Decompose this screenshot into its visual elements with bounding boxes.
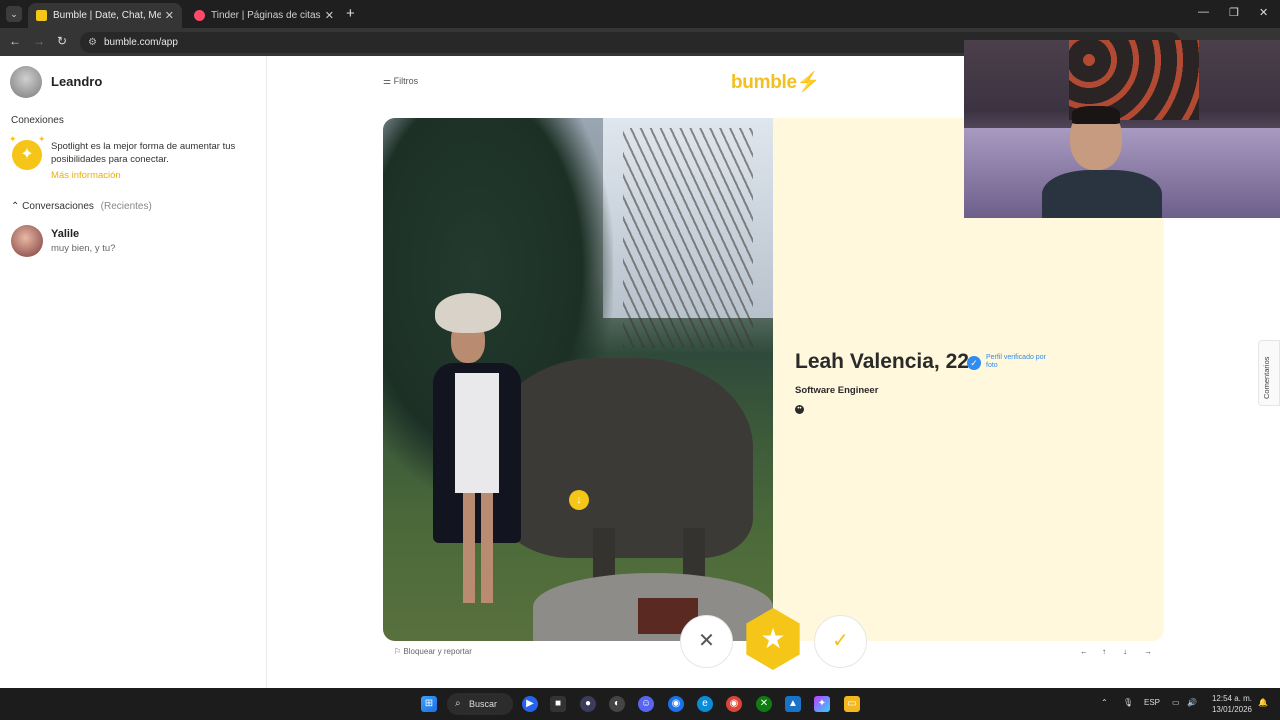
app-icon[interactable]: ■ bbox=[550, 696, 566, 712]
photo-person bbox=[433, 293, 528, 613]
more-info-link[interactable]: Más información bbox=[51, 170, 121, 181]
bolt-icon: ⚡ bbox=[796, 72, 821, 93]
avatar[interactable] bbox=[11, 225, 43, 257]
photo-legs bbox=[463, 493, 493, 603]
chat-last-message: muy bien, y tu? bbox=[51, 243, 116, 254]
minimize-icon[interactable]: — bbox=[1198, 6, 1209, 18]
volume-icon[interactable]: 🔊 bbox=[1187, 698, 1197, 707]
close-icon[interactable]: ✕ bbox=[325, 9, 334, 22]
photo-hat bbox=[435, 293, 501, 333]
chevron-up-icon: ⌃ bbox=[11, 201, 20, 212]
photo-dress bbox=[455, 373, 499, 493]
chrome-icon[interactable]: ◉ bbox=[726, 696, 742, 712]
chrome-icon[interactable]: ◉ bbox=[668, 696, 684, 712]
bumble-favicon-icon bbox=[36, 10, 47, 21]
feedback-tab[interactable]: Comentarios bbox=[1258, 340, 1280, 406]
tab-tinder[interactable]: Tinder | Páginas de citas ✕ bbox=[186, 3, 342, 28]
sparkle-icon: ✦ bbox=[9, 134, 17, 144]
profile-name: Leah Valencia, 22 bbox=[795, 350, 969, 373]
app-icon[interactable]: ◐ bbox=[609, 696, 625, 712]
sliders-icon: ⚌ bbox=[383, 76, 392, 86]
sparkle-icon: ✦ bbox=[38, 134, 46, 144]
browser-tab-bar: ⌄ Bumble | Date, Chat, Meet New ✕ Tinder… bbox=[0, 0, 1280, 28]
bumble-logo[interactable]: bumble⚡ bbox=[731, 70, 820, 94]
key-right-hint: → bbox=[1144, 647, 1152, 656]
chat-name: Yalile bbox=[51, 228, 80, 240]
spotlight-icon[interactable]: ✦ bbox=[12, 140, 42, 170]
profile-job: Software Engineer bbox=[795, 385, 879, 396]
conversations-subheading: (Recientes) bbox=[100, 201, 152, 212]
forward-icon[interactable]: → bbox=[33, 34, 45, 48]
taskbar: ⊞ ⌕ Buscar ▶ ■ ● ◐ ☺ ◉ e ◉ ✕ ▲ ✦ ▭ ⌃ 🎙 E… bbox=[0, 688, 1280, 720]
xbox-icon[interactable]: ✕ bbox=[756, 696, 772, 712]
connections-heading: Conexiones bbox=[11, 115, 64, 126]
verified-label: Perfil verificado por foto bbox=[986, 354, 1046, 369]
discord-icon[interactable]: ☺ bbox=[638, 696, 654, 712]
reload-icon[interactable]: ↻ bbox=[57, 34, 67, 48]
key-down-hint: ↓ bbox=[1123, 647, 1127, 656]
photo-statue bbox=[493, 358, 753, 558]
restore-icon[interactable]: ❐ bbox=[1229, 6, 1239, 19]
edge-icon[interactable]: e bbox=[697, 696, 713, 712]
photo-branches bbox=[623, 128, 753, 348]
webcam-overlay bbox=[964, 40, 1280, 218]
avatar[interactable] bbox=[10, 66, 42, 98]
display-icon[interactable]: ▭ bbox=[1172, 698, 1180, 707]
notification-icon[interactable]: 🔔 bbox=[1258, 698, 1268, 707]
app-icon[interactable]: ● bbox=[580, 696, 596, 712]
language-indicator[interactable]: ESP bbox=[1144, 698, 1160, 707]
filters-label: Filtros bbox=[393, 76, 419, 86]
windows-start-icon[interactable]: ⊞ bbox=[421, 696, 437, 712]
search-icon: ⌕ bbox=[455, 698, 461, 709]
search-label: Buscar bbox=[469, 699, 498, 709]
arrow-down-icon[interactable]: ↓ bbox=[569, 490, 589, 510]
folder-icon[interactable]: ▭ bbox=[844, 696, 860, 712]
conversations-toggle[interactable]: ⌃ Conversaciones (Recientes) bbox=[11, 201, 152, 212]
verified-check-icon: ✓ bbox=[967, 356, 981, 370]
app-icon[interactable]: ▶ bbox=[522, 696, 538, 712]
tinder-favicon-icon bbox=[194, 10, 205, 21]
tab-title: Tinder | Páginas de citas bbox=[211, 10, 321, 21]
key-left-hint: ← bbox=[1080, 647, 1088, 656]
pass-button[interactable]: ✕ bbox=[680, 615, 733, 668]
webcam-body bbox=[1042, 170, 1162, 218]
block-report-link[interactable]: ⚐ Bloquear y reportar bbox=[394, 647, 472, 656]
back-icon[interactable]: ← bbox=[9, 34, 21, 48]
tab-search-button[interactable]: ⌄ bbox=[6, 6, 22, 22]
window-close-icon[interactable]: ✕ bbox=[1259, 6, 1268, 19]
chevron-up-icon[interactable]: ⌃ bbox=[1101, 698, 1108, 707]
key-up-hint: ↑ bbox=[1102, 647, 1106, 656]
spotlight-text: Spotlight es la mejor forma de aumentar … bbox=[51, 141, 236, 165]
logo-text: bumble bbox=[731, 72, 797, 93]
close-icon[interactable]: ✕ bbox=[165, 9, 174, 22]
block-report-label: Bloquear y reportar bbox=[403, 647, 472, 656]
profile-photo[interactable]: ↓ bbox=[383, 118, 773, 641]
copilot-icon[interactable]: ✦ bbox=[814, 696, 830, 712]
new-tab-icon[interactable]: + bbox=[346, 5, 355, 22]
sidebar: Leandro Conexiones ✦ ✦ ✦ Spotlight es la… bbox=[0, 56, 267, 688]
filters-button[interactable]: ⚌ Filtros bbox=[383, 76, 418, 87]
microphone-icon[interactable]: 🎙 bbox=[1123, 698, 1133, 707]
tab-bumble[interactable]: Bumble | Date, Chat, Meet New ✕ bbox=[28, 3, 182, 28]
flag-icon: ⚐ bbox=[394, 647, 402, 656]
photos-icon[interactable]: ▲ bbox=[785, 696, 801, 712]
clock[interactable]: 12:54 a. m. 13/01/2026 bbox=[1207, 693, 1252, 715]
feedback-label: Comentarios bbox=[1262, 356, 1271, 399]
tab-title: Bumble | Date, Chat, Meet New bbox=[53, 10, 161, 21]
user-name[interactable]: Leandro bbox=[51, 74, 102, 89]
like-button[interactable]: ✓ bbox=[814, 615, 867, 668]
site-info-icon[interactable]: ⚙ bbox=[88, 32, 97, 53]
clock-time: 12:54 a. m. bbox=[1211, 694, 1252, 703]
conversations-heading: Conversaciones bbox=[22, 201, 94, 212]
taskbar-search[interactable]: ⌕ Buscar bbox=[447, 693, 513, 715]
webcam-hair bbox=[1072, 106, 1120, 124]
more-icon[interactable]: •• bbox=[795, 405, 804, 414]
clock-date: 13/01/2026 bbox=[1211, 705, 1252, 714]
url-text: bumble.com/app bbox=[104, 37, 178, 48]
